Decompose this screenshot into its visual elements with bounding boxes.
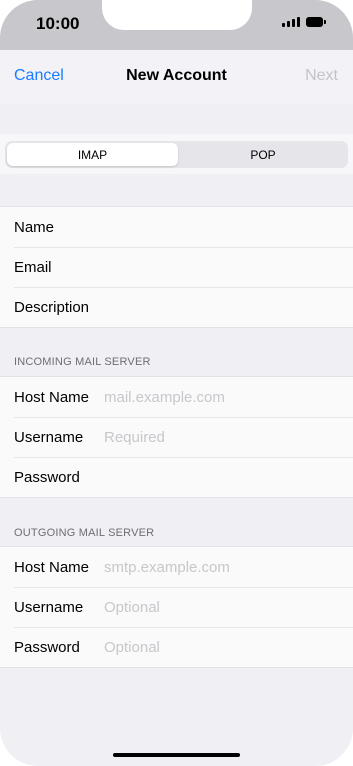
outgoing-password-row: Password: [0, 627, 353, 667]
status-time: 10:00: [36, 14, 80, 33]
phone-screen: 10:00 Cancel New Account Next IMAP POP N…: [0, 0, 353, 766]
status-bar: 10:00: [0, 0, 353, 50]
incoming-section-header: INCOMING MAIL SERVER: [14, 356, 151, 368]
description-row[interactable]: Description: [0, 287, 353, 327]
incoming-server-group: Host Name Username Password: [0, 376, 353, 498]
name-label: Name: [14, 218, 55, 236]
home-indicator: [113, 753, 240, 757]
page-title: New Account: [126, 67, 227, 84]
outgoing-username-input[interactable]: [104, 598, 343, 616]
outgoing-host-label: Host Name: [14, 558, 90, 576]
outgoing-username-label: Username: [14, 598, 84, 616]
email-row[interactable]: Email: [0, 247, 353, 287]
outgoing-password-input[interactable]: [104, 638, 343, 656]
incoming-username-label: Username: [14, 428, 84, 446]
navigation-bar: Cancel New Account Next: [0, 50, 353, 104]
incoming-host-label: Host Name: [14, 388, 90, 406]
signal-icon: [282, 17, 300, 27]
outgoing-host-input[interactable]: [104, 558, 343, 576]
account-type-segmented-control: IMAP POP: [5, 141, 348, 168]
description-label: Description: [14, 298, 90, 316]
outgoing-section-header: OUTGOING MAIL SERVER: [14, 527, 155, 539]
incoming-host-row: Host Name: [0, 377, 353, 417]
segment-pop[interactable]: POP: [180, 143, 346, 166]
next-button[interactable]: Next: [305, 67, 338, 85]
name-row[interactable]: Name: [0, 207, 353, 247]
segment-imap[interactable]: IMAP: [7, 143, 178, 166]
outgoing-username-row: Username: [0, 587, 353, 627]
outgoing-password-label: Password: [14, 638, 80, 656]
segment-band: IMAP POP: [0, 134, 353, 174]
incoming-username-input[interactable]: [104, 428, 343, 446]
battery-icon: [306, 17, 326, 27]
incoming-password-input[interactable]: [104, 468, 343, 486]
outgoing-host-row: Host Name: [0, 547, 353, 587]
status-icons: [282, 17, 326, 27]
notch: [102, 0, 252, 30]
incoming-host-input[interactable]: [104, 388, 343, 406]
incoming-password-row: Password: [0, 457, 353, 497]
email-label: Email: [14, 258, 52, 276]
account-details-group: Name Email Description: [0, 206, 353, 328]
incoming-username-row: Username: [0, 417, 353, 457]
incoming-password-label: Password: [14, 468, 80, 486]
outgoing-server-group: Host Name Username Password: [0, 546, 353, 668]
